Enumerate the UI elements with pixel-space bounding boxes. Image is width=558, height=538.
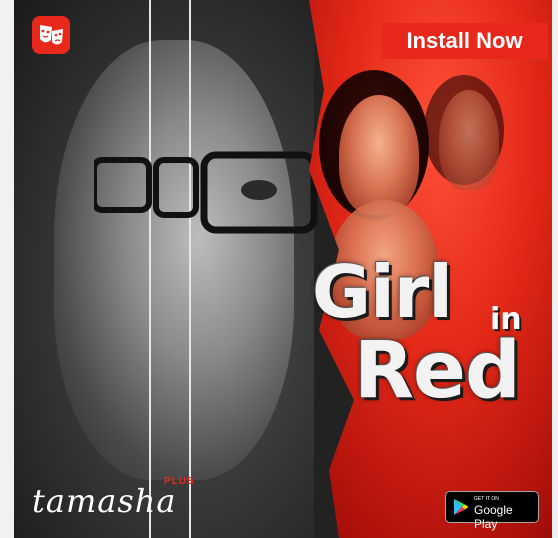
man-face (54, 40, 294, 480)
badge-get-it-on: GET IT ON (474, 496, 499, 502)
google-play-icon (454, 499, 469, 515)
title-red: Red (354, 326, 521, 416)
glasses-graphic (94, 151, 318, 234)
woman-back-image (439, 90, 499, 190)
slice-divider (149, 0, 151, 538)
man-portrait-image (14, 0, 318, 538)
slice-divider (189, 0, 191, 538)
movie-title: Girl in Red (312, 250, 552, 420)
badge-google-play: Google Play (474, 503, 513, 531)
theatre-masks-icon (32, 16, 70, 54)
google-play-badge[interactable]: GET IT ON Google Play (445, 491, 539, 531)
woman-front-image (339, 95, 419, 215)
brand-name: tamasha (32, 482, 177, 520)
tamasha-plus-logo: PLUS tamasha (32, 476, 194, 522)
title-girl: Girl (312, 250, 453, 334)
ad-banner[interactable]: Girl in Red (14, 0, 552, 538)
install-now-button[interactable]: Install Now (381, 23, 548, 59)
